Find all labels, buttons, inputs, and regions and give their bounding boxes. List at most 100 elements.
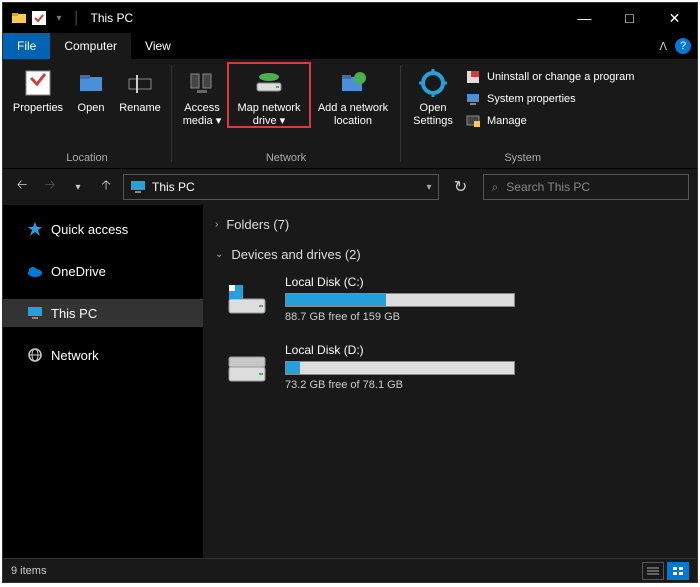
titlebar: ▾ │ This PC — □ ✕	[3, 3, 697, 33]
search-icon: ⌕	[492, 180, 499, 195]
refresh-button[interactable]: ↻	[449, 177, 473, 197]
open-button[interactable]: Open	[69, 63, 113, 115]
this-pc-icon	[130, 179, 146, 195]
sidebar-label: OneDrive	[51, 264, 106, 279]
drive-name: Local Disk (C:)	[285, 275, 525, 289]
sidebar-label: This PC	[51, 306, 97, 321]
minimize-button[interactable]: —	[562, 3, 607, 33]
properties-icon	[22, 67, 54, 99]
group-label-location: Location	[66, 152, 108, 166]
add-network-location-label: Add a network location	[314, 102, 392, 127]
tab-computer[interactable]: Computer	[50, 33, 131, 59]
drive-usage-bar	[285, 361, 515, 375]
system-list: Uninstall or change a program System pro…	[461, 63, 638, 131]
back-button[interactable]: 🡠	[11, 175, 33, 199]
section-label: Devices and drives (2)	[231, 247, 360, 262]
breadcrumb[interactable]: This PC	[152, 180, 195, 194]
open-settings-label: Open Settings	[409, 102, 457, 127]
drive-free-text: 88.7 GB free of 159 GB	[285, 311, 525, 323]
onedrive-icon	[27, 263, 43, 279]
system-properties-label: System properties	[487, 93, 576, 105]
open-settings-button[interactable]: Open Settings	[407, 63, 459, 127]
main-area: Quick access OneDrive This PC Network › …	[3, 205, 697, 558]
titlebar-divider: │	[73, 11, 81, 25]
dropdown-icon[interactable]: ▾	[51, 10, 67, 26]
sidebar-item-onedrive[interactable]: OneDrive	[3, 257, 203, 285]
address-dropdown[interactable]: ▾	[427, 182, 432, 193]
status-item-count: 9 items	[11, 565, 46, 577]
access-media-icon	[186, 67, 218, 99]
properties-button[interactable]: Properties	[9, 63, 67, 115]
tab-file[interactable]: File	[3, 33, 50, 59]
address-bar[interactable]: This PC ▾	[123, 174, 439, 200]
section-folders[interactable]: › Folders (7)	[215, 209, 685, 239]
collapse-ribbon-button[interactable]: ᐱ	[659, 40, 667, 53]
search-placeholder: Search This PC	[506, 180, 590, 194]
system-properties-icon	[465, 91, 481, 107]
window-title: This PC	[91, 11, 134, 25]
settings-gear-icon	[417, 67, 449, 99]
ribbon-group-network: Access media ▾ Map network drive ▾ Add a…	[172, 59, 400, 168]
maximize-button[interactable]: □	[607, 3, 652, 33]
help-button[interactable]: ?	[675, 38, 691, 54]
drive-d-icon	[225, 349, 269, 385]
access-media-button[interactable]: Access media ▾	[178, 63, 226, 127]
open-icon	[75, 67, 107, 99]
this-pc-icon	[27, 305, 43, 321]
ribbon-tabs: File Computer View ᐱ ?	[3, 33, 697, 59]
group-label-network: Network	[266, 152, 306, 166]
up-button[interactable]: 🡡	[95, 175, 117, 199]
sidebar-item-quick-access[interactable]: Quick access	[3, 215, 203, 243]
drive-item[interactable]: Local Disk (C:) 88.7 GB free of 159 GB	[215, 269, 685, 337]
drive-item[interactable]: Local Disk (D:) 73.2 GB free of 78.1 GB	[215, 337, 685, 405]
drive-c-icon	[225, 281, 269, 317]
open-label: Open	[78, 102, 105, 115]
ribbon-group-system: Open Settings Uninstall or change a prog…	[401, 59, 644, 168]
sidebar-label: Network	[51, 348, 99, 363]
ribbon: Properties Open Rename Location	[3, 59, 697, 169]
uninstall-icon	[465, 69, 481, 85]
drive-name: Local Disk (D:)	[285, 343, 525, 357]
add-network-location-button[interactable]: Add a network location	[312, 63, 394, 127]
manage-label: Manage	[487, 115, 527, 127]
access-media-label: Access media ▾	[180, 102, 224, 127]
manage-icon	[465, 113, 481, 129]
uninstall-program-button[interactable]: Uninstall or change a program	[465, 67, 634, 87]
drive-free-text: 73.2 GB free of 78.1 GB	[285, 379, 525, 391]
group-label-system: System	[504, 152, 541, 166]
map-network-drive-label: Map network drive ▾	[230, 102, 308, 127]
navigation-pane: Quick access OneDrive This PC Network	[3, 205, 203, 558]
checkbox-icon[interactable]	[31, 10, 47, 26]
rename-icon	[124, 67, 156, 99]
forward-button[interactable]: 🡢	[39, 175, 61, 199]
star-icon	[27, 221, 43, 237]
network-icon	[27, 347, 43, 363]
quick-access-toolbar: ▾	[3, 10, 67, 26]
explorer-window: ▾ │ This PC — □ ✕ File Computer View ᐱ ?…	[2, 2, 698, 583]
recent-dropdown[interactable]: ▾	[67, 175, 89, 199]
sidebar-item-network[interactable]: Network	[3, 341, 203, 369]
section-label: Folders (7)	[226, 217, 289, 232]
content-pane: › Folders (7) ⌄ Devices and drives (2) L…	[203, 205, 697, 558]
system-properties-button[interactable]: System properties	[465, 89, 634, 109]
close-button[interactable]: ✕	[652, 3, 697, 33]
ribbon-group-location: Properties Open Rename Location	[3, 59, 171, 168]
folder-icon	[11, 10, 27, 26]
status-bar: 9 items	[3, 558, 697, 582]
manage-button[interactable]: Manage	[465, 111, 634, 131]
sidebar-item-this-pc[interactable]: This PC	[3, 299, 203, 327]
navigation-bar: 🡠 🡢 ▾ 🡡 This PC ▾ ↻ ⌕ Search This PC	[3, 169, 697, 205]
chevron-down-icon: ⌄	[215, 249, 223, 260]
drive-usage-bar	[285, 293, 515, 307]
map-network-drive-button[interactable]: Map network drive ▾	[228, 63, 310, 127]
view-tiles-button[interactable]	[667, 562, 689, 580]
rename-label: Rename	[119, 102, 161, 115]
search-box[interactable]: ⌕ Search This PC	[483, 174, 689, 200]
tab-view[interactable]: View	[131, 33, 185, 59]
properties-label: Properties	[13, 102, 63, 115]
section-drives[interactable]: ⌄ Devices and drives (2)	[215, 239, 685, 269]
chevron-right-icon: ›	[215, 219, 218, 230]
view-details-button[interactable]	[642, 562, 664, 580]
map-network-drive-icon	[253, 67, 285, 99]
rename-button[interactable]: Rename	[115, 63, 165, 115]
